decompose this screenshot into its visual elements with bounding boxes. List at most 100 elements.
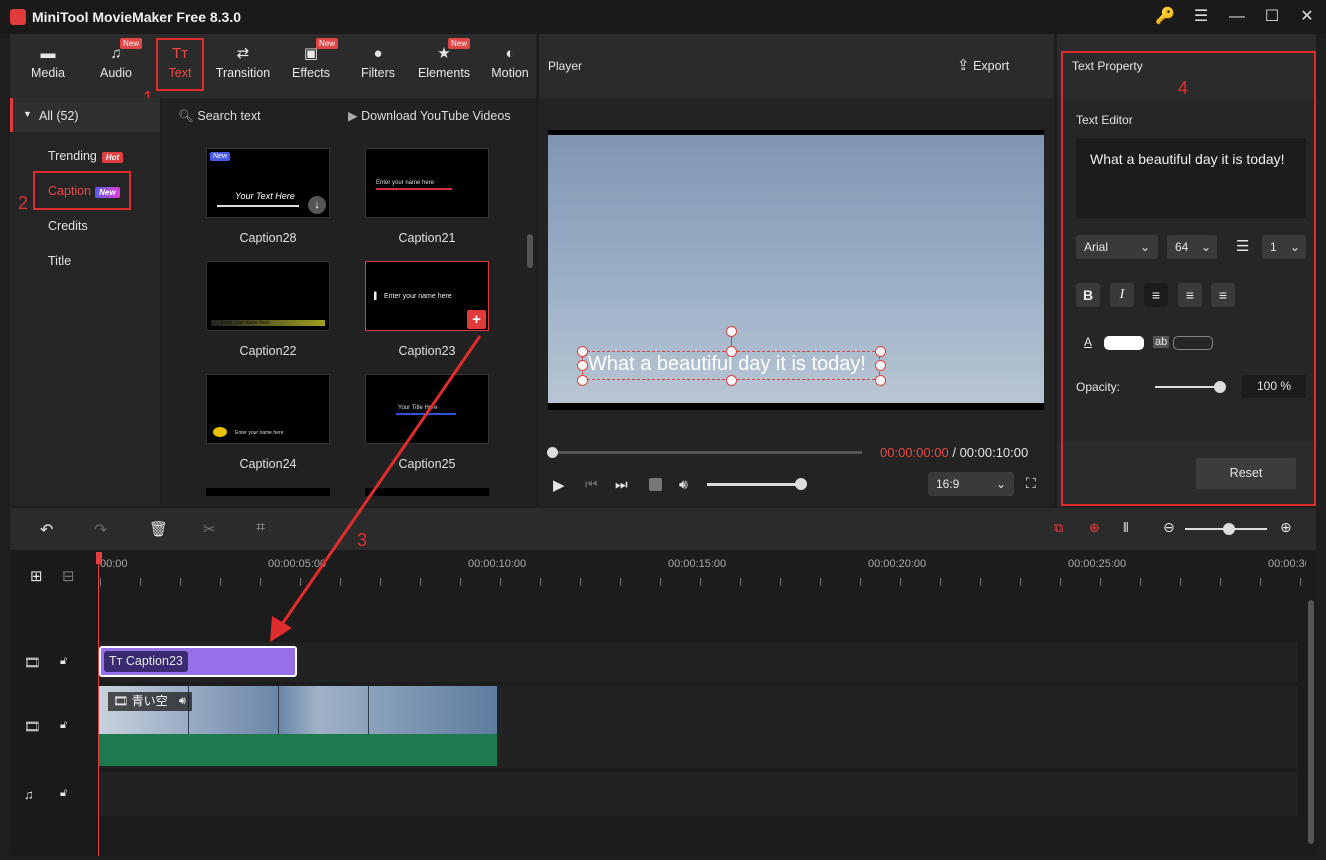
caption-clip[interactable]: Tт Caption23 xyxy=(99,646,297,677)
drag-arrow xyxy=(270,335,482,642)
resize-handle[interactable] xyxy=(726,375,737,386)
stop-icon[interactable] xyxy=(649,478,662,491)
new-badge: New xyxy=(448,38,471,49)
prev-frame-icon[interactable]: ⏮︎ xyxy=(585,476,598,493)
search-icon: 🔍︎ xyxy=(178,109,194,123)
resize-handle[interactable] xyxy=(577,360,588,371)
thumb-caption22[interactable]: Enter your name here xyxy=(206,261,330,331)
seek-handle[interactable] xyxy=(547,447,558,458)
track-headers xyxy=(10,552,98,854)
thumb-label: Caption21 xyxy=(398,231,456,245)
category-all[interactable]: ▼ All (52) xyxy=(10,98,160,132)
volume-icon[interactable]: 🔊︎ xyxy=(679,476,688,493)
volume-icon[interactable]: 🔊︎ xyxy=(173,692,192,711)
caption-clip-label: Tт Caption23 xyxy=(104,651,188,672)
motion-icon: ◐ xyxy=(505,45,515,62)
resize-handle[interactable] xyxy=(577,375,588,386)
player-header: Player ⇪ Export xyxy=(539,34,1054,98)
app-logo-icon xyxy=(10,9,26,25)
category-title[interactable]: Title xyxy=(48,254,71,268)
ruler-label: 00:00:20:00 xyxy=(868,558,927,570)
thumb-caption23[interactable]: ▌ Enter your name here + xyxy=(365,261,489,331)
thumb-label: Caption28 xyxy=(239,231,297,245)
audio-mix-icon[interactable]: ⦀ xyxy=(1123,520,1129,536)
thumb-caption21[interactable]: Enter your name here xyxy=(365,148,489,218)
volume-handle[interactable] xyxy=(795,478,807,490)
tab-effects[interactable]: ▣ Effects New xyxy=(288,34,339,98)
lock-icon[interactable]: 🔓︎ xyxy=(60,787,67,800)
tab-media[interactable]: ▬ Media xyxy=(24,34,72,98)
search-text-button[interactable]: 🔍︎ Search text xyxy=(178,109,261,124)
fullscreen-icon[interactable]: ⛶ xyxy=(1026,475,1036,492)
redo-icon[interactable]: ↷ xyxy=(94,520,107,540)
film-icon: 🎞︎ xyxy=(24,655,41,670)
ruler-label: 00:00:30 xyxy=(1268,558,1306,570)
tab-transition[interactable]: ⇄ Transition xyxy=(212,34,274,98)
split-track-icon[interactable]: ⊕ xyxy=(1089,520,1100,536)
fit-timeline-icon[interactable]: ⧉ xyxy=(1054,520,1063,536)
playhead-handle[interactable] xyxy=(96,552,102,564)
zoom-out-icon[interactable]: ⊖ xyxy=(1163,519,1175,536)
volume-slider[interactable] xyxy=(707,483,801,486)
zoom-in-icon[interactable]: ⊕ xyxy=(1280,519,1292,536)
text-overlay[interactable]: What a beautiful day it is today! xyxy=(588,353,866,376)
lock-icon[interactable]: 🔓︎ xyxy=(60,655,67,668)
category-credits[interactable]: Credits xyxy=(48,219,88,233)
timeline-scrollbar[interactable] xyxy=(1308,600,1314,844)
app-title: MiniTool MovieMaker Free 8.3.0 xyxy=(32,9,242,25)
resize-handle[interactable] xyxy=(577,346,588,357)
video-audio-waveform xyxy=(99,734,497,766)
zoom-handle[interactable] xyxy=(1223,523,1235,535)
next-frame-icon[interactable]: ⏭︎ xyxy=(615,476,628,493)
key-icon[interactable]: 🔑 xyxy=(1154,6,1176,28)
aspect-ratio-select[interactable]: 16:9 ⌄ xyxy=(928,472,1014,496)
thumb-caption28[interactable]: New Your Text Here ↓ xyxy=(206,148,330,218)
audio-track xyxy=(100,772,1298,816)
undo-icon[interactable]: ↶ xyxy=(40,520,53,540)
lock-icon[interactable]: 🔓︎ xyxy=(60,719,67,732)
folder-icon: ▬ xyxy=(40,45,56,62)
seek-bar[interactable] xyxy=(551,451,862,454)
resize-handle[interactable] xyxy=(726,346,737,357)
annotation-2: 2 xyxy=(18,193,29,213)
ruler-label: 00:00:25:00 xyxy=(1068,558,1127,570)
remove-track-icon[interactable]: ⊟ xyxy=(62,567,75,585)
tab-filters[interactable]: ● Filters xyxy=(354,34,402,98)
music-note-icon: ♫ xyxy=(24,787,34,802)
new-badge: New xyxy=(210,152,231,161)
ruler-label: 00:00 xyxy=(100,558,128,570)
rotate-handle[interactable] xyxy=(726,326,737,337)
timeline-toolbar: ↶ ↷ 🗑︎ ✂ ⌗ ⧉ ⊕ ⦀ ⊖ ⊕ xyxy=(10,508,1316,550)
maximize-icon[interactable]: ☐ xyxy=(1261,6,1283,28)
tab-audio[interactable]: ♫ Audio New xyxy=(92,34,143,98)
add-icon[interactable]: + xyxy=(467,310,486,329)
text-icon: Tт xyxy=(109,654,123,668)
tab-elements[interactable]: ★ Elements New xyxy=(414,34,474,98)
download-icon[interactable]: ↓ xyxy=(308,196,326,214)
category-trending[interactable]: Trending Hot xyxy=(48,149,124,163)
time-display: 00:00:00:00 / 00:00:10:00 xyxy=(880,445,1029,460)
video-clip[interactable]: 🎞︎ 青い空 🔊︎ xyxy=(99,686,497,734)
filters-icon: ● xyxy=(373,45,383,62)
resize-handle[interactable] xyxy=(875,360,886,371)
minimize-icon[interactable]: — xyxy=(1226,6,1248,28)
caret-down-icon: ▼ xyxy=(23,109,32,119)
download-youtube-button[interactable]: ▶ Download YouTube Videos xyxy=(348,108,511,123)
add-track-icon[interactable]: ⊞ xyxy=(30,567,43,585)
resize-handle[interactable] xyxy=(875,346,886,357)
tab-motion[interactable]: ◐ Motion xyxy=(486,34,534,98)
export-button[interactable]: ⇪ Export xyxy=(957,56,1009,74)
close-icon[interactable]: ✕ xyxy=(1296,6,1318,28)
new-badge: New xyxy=(316,38,339,49)
delete-icon[interactable]: 🗑︎ xyxy=(149,520,168,538)
player-title: Player xyxy=(548,59,583,73)
youtube-icon: ▶ xyxy=(348,109,358,123)
new-badge: New xyxy=(120,38,143,49)
split-icon[interactable]: ✂ xyxy=(203,520,216,538)
annotation-4: 4 xyxy=(1178,78,1189,98)
gallery-scrollbar[interactable] xyxy=(527,234,533,268)
resize-handle[interactable] xyxy=(875,375,886,386)
highlight-text-property xyxy=(1061,51,1316,506)
play-icon[interactable]: ▶ xyxy=(553,476,565,494)
menu-icon[interactable]: ☰ xyxy=(1190,6,1212,28)
